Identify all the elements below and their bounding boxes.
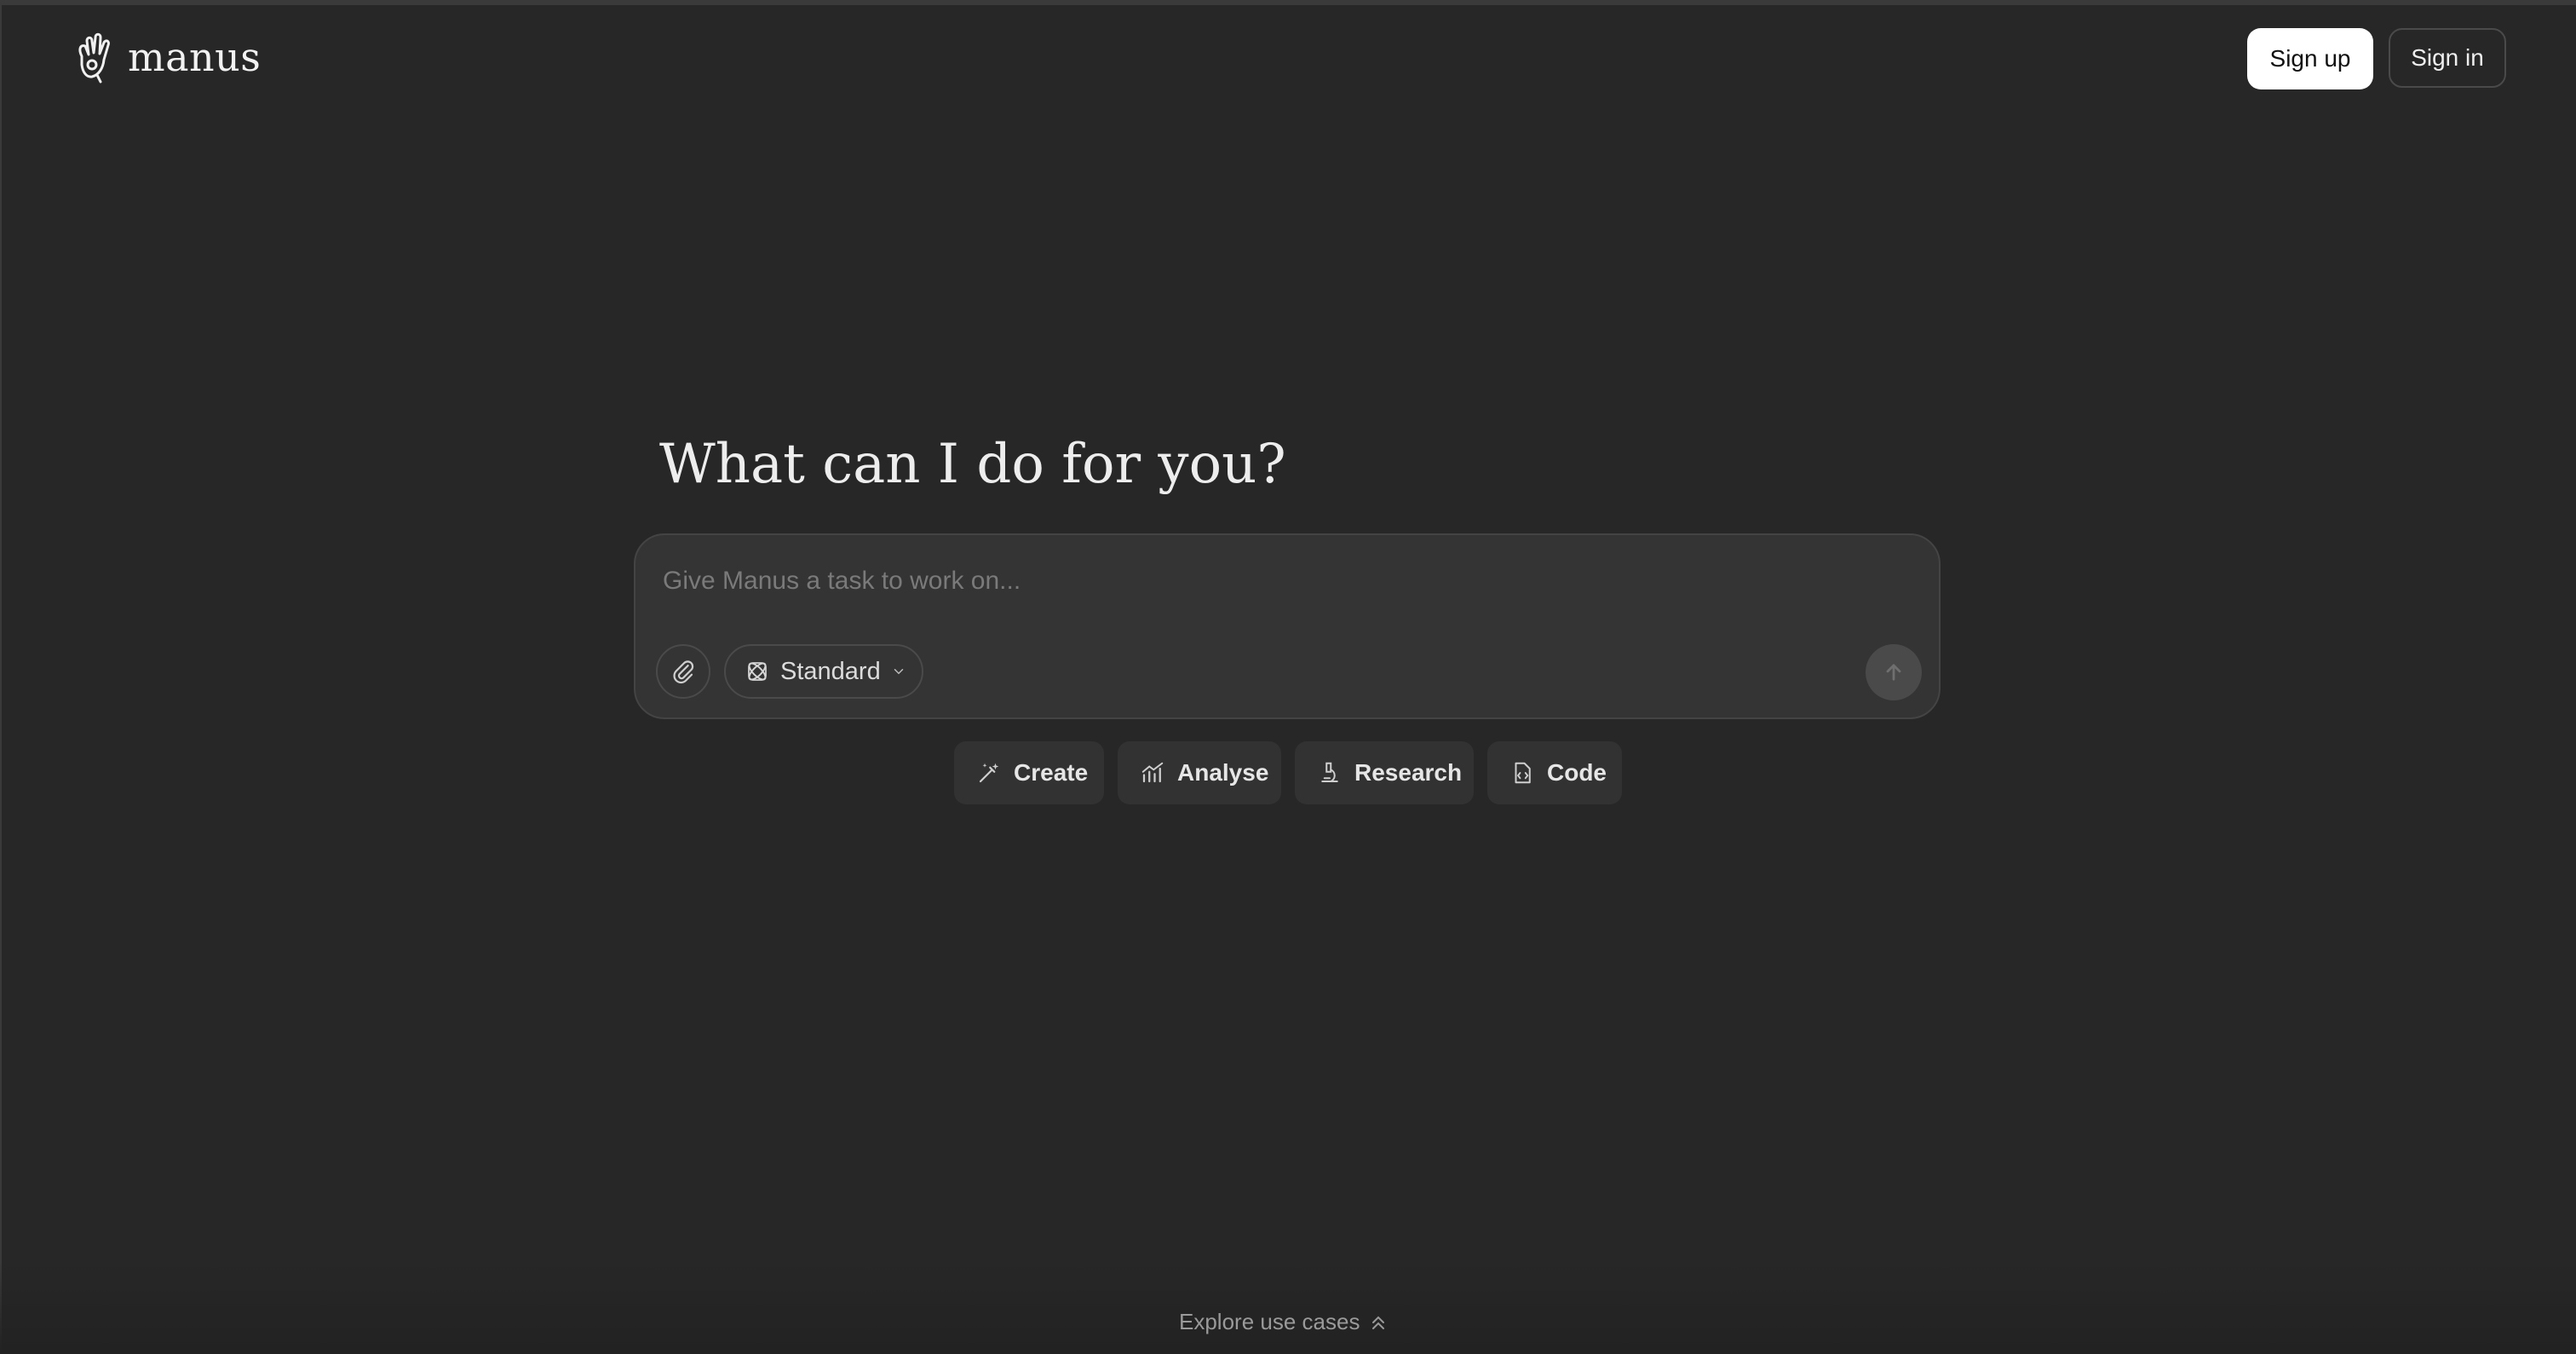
- microscope-icon: [1321, 762, 1338, 782]
- task-composer: Standard: [634, 533, 1941, 719]
- chip-label: Create: [1014, 759, 1089, 786]
- research-chip[interactable]: Research: [1295, 741, 1474, 804]
- explore-label: Explore use cases: [1179, 1309, 1360, 1334]
- sign-up-button[interactable]: Sign up: [2247, 28, 2373, 89]
- hand-logo-icon: [78, 32, 110, 84]
- task-input[interactable]: [661, 559, 1857, 603]
- page-title: What can I do for you?: [659, 433, 1286, 496]
- arrow-up-icon: [1886, 664, 1901, 681]
- double-chevron-up-icon: [1372, 1316, 1385, 1329]
- explore-use-cases-link[interactable]: Explore use cases: [1179, 1309, 1389, 1335]
- paperclip-icon: [673, 660, 694, 684]
- brand-logo[interactable]: manus: [72, 31, 261, 84]
- bar-chart-icon: [1141, 762, 1164, 783]
- bottom-fade: [0, 1261, 2576, 1354]
- sign-in-button[interactable]: Sign in: [2389, 28, 2506, 88]
- chip-label: Code: [1547, 759, 1607, 786]
- chip-label: Analyse: [1177, 759, 1269, 786]
- top-bar: manus Sign up Sign in: [0, 5, 2576, 111]
- analyse-chip[interactable]: Analyse: [1118, 741, 1281, 804]
- code-file-icon: [1515, 762, 1531, 784]
- magic-wand-icon: [979, 763, 999, 783]
- attach-button[interactable]: [656, 644, 710, 699]
- chip-label: Research: [1354, 759, 1463, 786]
- quick-actions: Create Analyse Research Code: [0, 741, 2576, 804]
- window-left-border: [0, 0, 2, 1354]
- create-chip[interactable]: Create: [954, 741, 1104, 804]
- chevron-down-icon: [894, 669, 903, 675]
- code-chip[interactable]: Code: [1487, 741, 1622, 804]
- brand-name: manus: [128, 34, 262, 80]
- send-button[interactable]: [1866, 644, 1922, 700]
- mode-selector[interactable]: Standard: [724, 644, 923, 699]
- mode-label: Standard: [780, 657, 881, 685]
- atom-icon: [748, 662, 767, 681]
